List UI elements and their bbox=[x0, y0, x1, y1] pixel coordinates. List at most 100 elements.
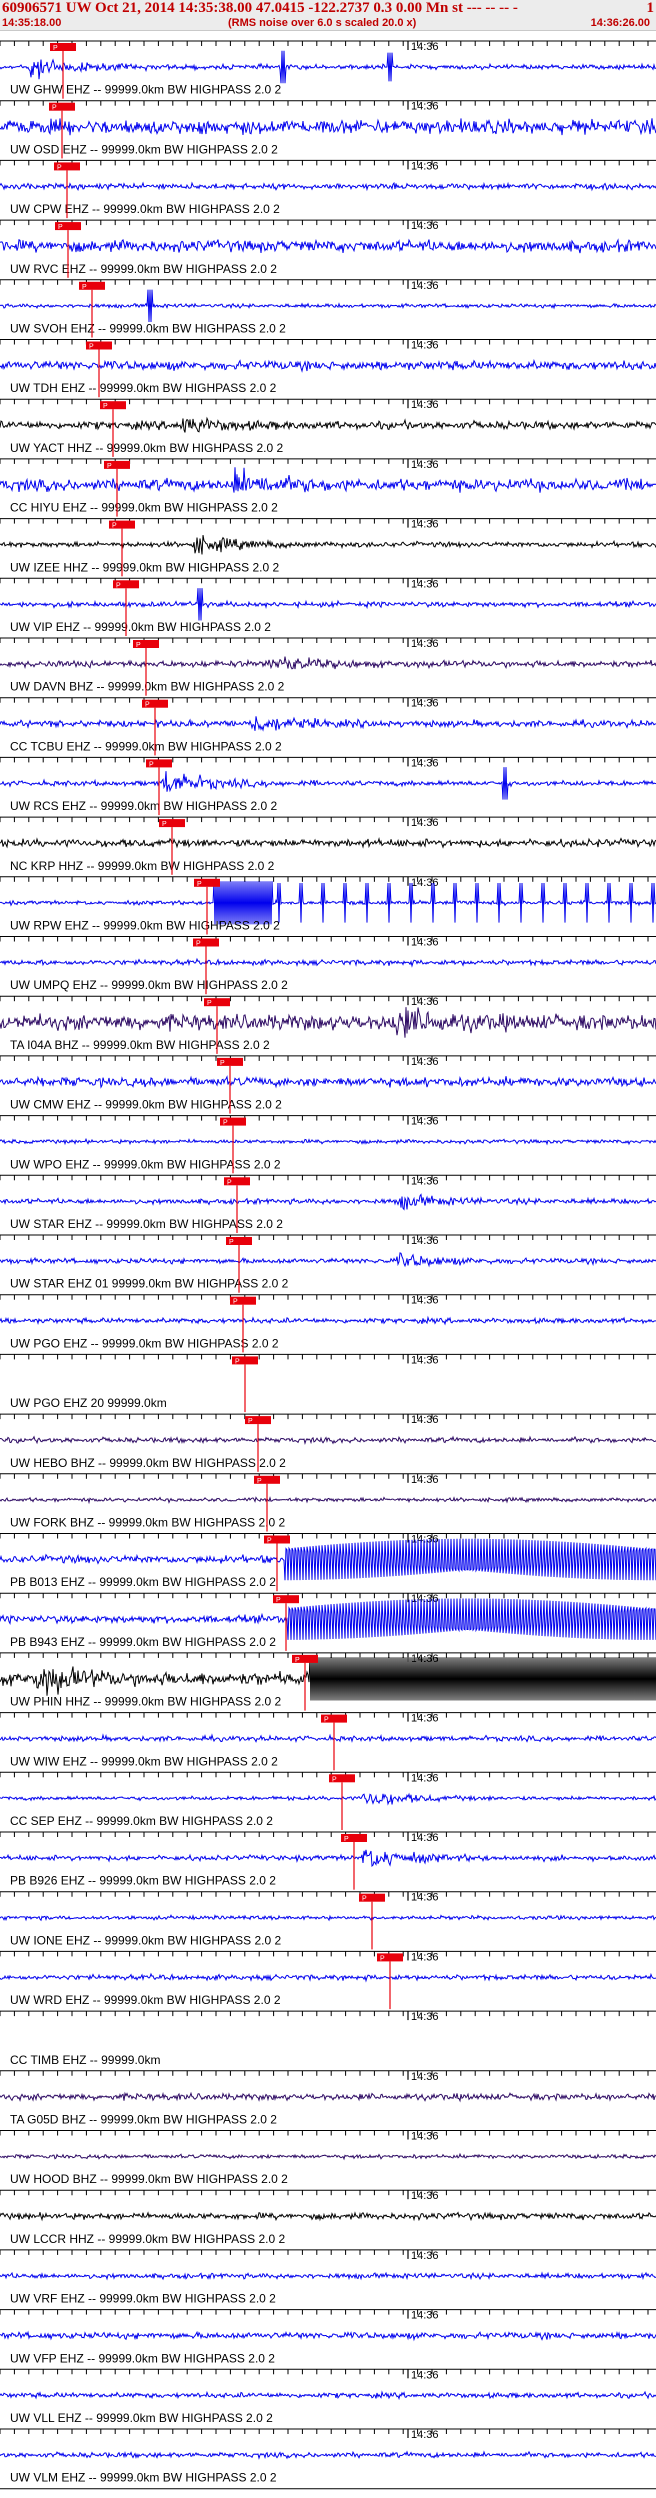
station-label: UW OSD EHZ -- 99999.0km BW HIGHPASS 2.0 … bbox=[10, 142, 278, 156]
header-right-marker: 1 bbox=[646, 0, 655, 16]
pick-label: P bbox=[145, 702, 150, 709]
waveform bbox=[0, 181, 656, 192]
station-label: UW SVOH EHZ -- 99999.0km BW HIGHPASS 2.0… bbox=[10, 322, 286, 336]
waveform bbox=[0, 1496, 656, 1505]
trace-21: 14:36 UW PGO EHZ -- 99999.0km BW HIGHPASS… bbox=[0, 1294, 656, 1350]
waveform bbox=[0, 1972, 656, 1983]
minute-label: 14:36 bbox=[411, 2131, 439, 2143]
trace-29: 14:36 CC SEP EHZ -- 99999.0km BW HIGHPASS… bbox=[0, 1771, 656, 1828]
waveform bbox=[0, 2450, 656, 2460]
waveform bbox=[0, 2330, 656, 2342]
station-label: UW IZEE HHZ -- 99999.0km BW HIGHPASS 2.0… bbox=[10, 560, 280, 574]
minute-label: 14:36 bbox=[411, 101, 439, 113]
pick-label: P bbox=[103, 403, 108, 410]
pick-label: P bbox=[89, 344, 94, 351]
waveform bbox=[0, 656, 656, 670]
minute-label: 14:36 bbox=[411, 459, 439, 471]
pick-label: P bbox=[53, 45, 58, 52]
pick-label: P bbox=[149, 761, 154, 768]
station-label: UW UMPQ EHZ -- 99999.0km BW HIGHPASS 2.0… bbox=[10, 978, 288, 992]
station-label: UW WPO EHZ -- 99999.0km BW HIGHPASS 2.0 … bbox=[10, 1157, 281, 1171]
trace-20: 14:36 UW STAR EHZ 01 99999.0km BW HIGHPAS… bbox=[0, 1234, 656, 1291]
pick-label: P bbox=[233, 1299, 238, 1306]
station-label: UW RCS EHZ -- 99999.0km BW HIGHPASS 2.0 … bbox=[10, 799, 278, 813]
waveform bbox=[0, 1435, 656, 1446]
pick-label: P bbox=[344, 1836, 349, 1843]
waveform bbox=[0, 2390, 656, 2401]
trace-17: 14:36 UW CMW EHZ -- 99999.0km BW HIGHPASS… bbox=[0, 1055, 656, 1112]
pick-label: P bbox=[82, 284, 87, 291]
minute-label: 14:36 bbox=[411, 1713, 439, 1725]
plot-header: 60906571 UW Oct 21, 2014 14:35:38.00 47.… bbox=[0, 0, 656, 31]
pick-label: P bbox=[229, 1239, 234, 1246]
pick-label: P bbox=[257, 1478, 262, 1485]
station-label: PB B926 EHZ -- 99999.0km BW HIGHPASS 2.0… bbox=[10, 1874, 276, 1888]
minute-label: 14:36 bbox=[411, 1235, 439, 1247]
pick-label: P bbox=[248, 1418, 253, 1425]
waveform bbox=[0, 467, 656, 493]
pick-label: P bbox=[57, 164, 62, 171]
station-label: UW WRD EHZ -- 99999.0km BW HIGHPASS 2.0 … bbox=[10, 1993, 281, 2007]
waveform bbox=[0, 2211, 656, 2222]
trace-35: 14:36 UW HOOD BHZ -- 99999.0km BW HIGHPAS… bbox=[0, 2130, 656, 2186]
waveform bbox=[0, 2271, 656, 2281]
station-label: UW DAVN BHZ -- 99999.0km BW HIGHPASS 2.0… bbox=[10, 680, 285, 694]
station-label: UW VIP EHZ -- 99999.0km BW HIGHPASS 2.0 … bbox=[10, 620, 271, 634]
station-label: UW RVC EHZ -- 99999.0km BW HIGHPASS 2.0 … bbox=[10, 262, 277, 276]
pick-label: P bbox=[58, 224, 63, 231]
station-label: TA I04A BHZ -- 99999.0km BW HIGHPASS 2.0… bbox=[10, 1038, 270, 1052]
minute-label: 14:36 bbox=[411, 1056, 439, 1068]
minute-label: 14:36 bbox=[411, 1175, 439, 1187]
station-label: NC KRP HHZ -- 99999.0km BW HIGHPASS 2.0 … bbox=[10, 859, 275, 873]
station-label: UW VLM EHZ -- 99999.0km BW HIGHPASS 2.0 … bbox=[10, 2471, 277, 2485]
minute-label: 14:36 bbox=[411, 2071, 439, 2083]
minute-label: 14:36 bbox=[411, 1832, 439, 1844]
pick-label: P bbox=[107, 463, 112, 470]
station-label: UW VFP EHZ -- 99999.0km BW HIGHPASS 2.0 … bbox=[10, 2351, 275, 2365]
start-time-label: 14:35:18.00 bbox=[2, 17, 62, 29]
trace-22: 14:36 UW PGO EHZ 20 99999.0km P bbox=[0, 1353, 656, 1410]
trace-10: 14:36 UW DAVN BHZ -- 99999.0km BW HIGHPAS… bbox=[0, 637, 656, 694]
waveform bbox=[0, 716, 656, 732]
trace-2: 14:36 UW CPW EHZ -- 99999.0km BW HIGHPASS… bbox=[0, 159, 656, 216]
pick-label: P bbox=[116, 582, 121, 589]
trace-11: 14:36 CC TCBU EHZ -- 99999.0km BW HIGHPAS… bbox=[0, 697, 656, 753]
trace-25: 14:36PB B013 EHZ -- 99999.0km BW HIGHPAS… bbox=[0, 1533, 656, 1589]
minute-label: 14:36 bbox=[411, 2429, 439, 2441]
station-label: CC SEP EHZ -- 99999.0km BW HIGHPASS 2.0 … bbox=[10, 1814, 273, 1828]
pick-label: P bbox=[380, 1955, 385, 1962]
trace-23: 14:36 UW HEBO BHZ -- 99999.0km BW HIGHPAS… bbox=[0, 1413, 656, 1470]
station-label: UW GHW EHZ -- 99999.0km BW HIGHPASS 2.0 … bbox=[10, 83, 281, 97]
seismogram-plot: 14:36 UW GHW EHZ -- 99999.0km BW HIGHPASS… bbox=[0, 40, 656, 2490]
pick-label: P bbox=[196, 941, 201, 948]
trace-28: 14:36 UW WIW EHZ -- 99999.0km BW HIGHPASS… bbox=[0, 1712, 656, 1768]
trace-38: 14:36 UW VFP EHZ -- 99999.0km BW HIGHPASS… bbox=[0, 2309, 656, 2365]
trace-0: 14:36 UW GHW EHZ -- 99999.0km BW HIGHPASS… bbox=[0, 40, 656, 97]
pick-label: P bbox=[362, 1896, 367, 1903]
pick-label: P bbox=[324, 1717, 329, 1724]
station-label: CC TIMB EHZ -- 99999.0km bbox=[10, 2053, 160, 2067]
station-label: UW WIW EHZ -- 99999.0km BW HIGHPASS 2.0 … bbox=[10, 1754, 278, 1768]
station-label: CC HIYU EHZ -- 99999.0km BW HIGHPASS 2.0… bbox=[10, 501, 278, 515]
trace-9: 14:36 UW VIP EHZ -- 99999.0km BW HIGHPASS… bbox=[0, 577, 656, 634]
waveform bbox=[0, 535, 656, 555]
waveform bbox=[0, 1075, 656, 1089]
station-label: UW LCCR HHZ -- 99999.0km BW HIGHPASS 2.0… bbox=[10, 2232, 286, 2246]
pick-label: P bbox=[162, 821, 167, 828]
minute-label: 14:36 bbox=[411, 698, 439, 710]
minute-label: 14:36 bbox=[411, 2011, 439, 2023]
waveform bbox=[0, 118, 656, 136]
trace-31: 14:36 UW IONE EHZ -- 99999.0km BW HIGHPAS… bbox=[0, 1891, 656, 1947]
pick-label: P bbox=[112, 523, 117, 530]
trace-40: 14:36 UW VLM EHZ -- 99999.0km BW HIGHPASS… bbox=[0, 2428, 656, 2485]
trace-30: 14:36 PB B926 EHZ -- 99999.0km BW HIGHPAS… bbox=[0, 1831, 656, 1888]
waveform bbox=[0, 50, 656, 84]
minute-label: 14:36 bbox=[411, 1474, 439, 1486]
minute-label: 14:36 bbox=[411, 160, 439, 172]
trace-18: 14:36 UW WPO EHZ -- 99999.0km BW HIGHPASS… bbox=[0, 1115, 656, 1171]
waveform bbox=[0, 1849, 656, 1868]
trace-34: 14:36 TA G05D BHZ -- 99999.0km BW HIGHPAS… bbox=[0, 2070, 656, 2127]
station-label: TA G05D BHZ -- 99999.0km BW HIGHPASS 2.0… bbox=[10, 2113, 277, 2127]
station-label: UW PGO EHZ -- 99999.0km BW HIGHPASS 2.0 … bbox=[10, 1336, 279, 1350]
minute-label: 14:36 bbox=[411, 996, 439, 1008]
